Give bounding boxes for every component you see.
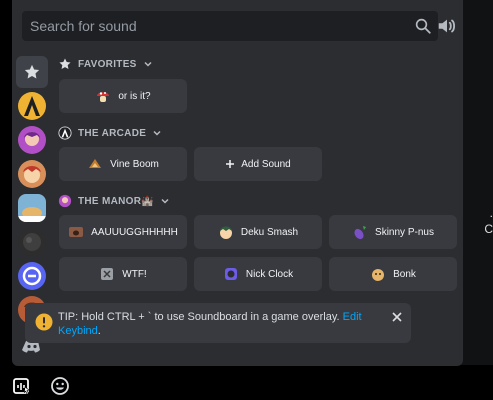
- sound-button-wtf[interactable]: WTF!: [59, 257, 187, 291]
- search-icon[interactable]: [414, 17, 432, 35]
- star-icon: [24, 64, 40, 79]
- mushroom-emoji-icon: [97, 92, 110, 102]
- wtf-emoji-icon: [101, 268, 114, 280]
- plus-icon: [226, 160, 235, 168]
- add-sound-label: Add Sound: [241, 158, 291, 170]
- category-title: FAVORITES: [78, 58, 137, 70]
- sound-label: WTF!: [122, 268, 147, 280]
- server-avatar-dark[interactable]: [18, 228, 46, 256]
- sound-label: Skinny P-nus: [375, 226, 434, 238]
- doge-avatar-icon: [18, 207, 46, 222]
- add-sound-button[interactable]: Add Sound: [194, 147, 322, 181]
- soundboard-panel: Search for sound FAVORITES or is it? THE…: [12, 0, 463, 366]
- server-avatar-blue[interactable]: [18, 262, 46, 290]
- tip-message: TIP: Hold CTRL + ` to use Soundboard in …: [58, 311, 343, 323]
- sound-button-bonk[interactable]: Bonk: [329, 257, 457, 291]
- chevron-down-icon: [144, 61, 152, 67]
- emoji-icon[interactable]: [50, 376, 70, 396]
- dark-avatar-icon: [23, 233, 41, 251]
- star-icon: [59, 58, 71, 70]
- sound-button-or-is-it[interactable]: or is it?: [59, 79, 187, 113]
- arcade-logo-icon: [24, 96, 40, 116]
- category-title: THE MANOR🏰: [78, 195, 155, 207]
- blue-server-logo-icon: [22, 266, 42, 286]
- tip-period: .: [97, 325, 101, 337]
- sound-label: Nick Clock: [245, 268, 294, 280]
- category-header-favorites[interactable]: FAVORITES: [58, 55, 153, 73]
- vine-boom-emoji-icon: [89, 159, 102, 168]
- manor-server-icon: [58, 194, 72, 208]
- server-avatar-character[interactable]: [18, 160, 46, 188]
- deku-emoji-icon: [219, 226, 232, 239]
- sound-button-deku-smash[interactable]: Deku Smash: [194, 215, 322, 249]
- server-avatar-anime[interactable]: [18, 126, 46, 154]
- sound-button-skinny-p-nus[interactable]: Skinny P-nus: [329, 215, 457, 249]
- arcade-server-icon[interactable]: [18, 92, 46, 120]
- eggplant-emoji-icon: [354, 226, 367, 240]
- category-header-manor[interactable]: THE MANOR🏰: [58, 192, 170, 210]
- screaming-face-emoji-icon: [69, 227, 84, 237]
- sound-button-nick-clock[interactable]: Nick Clock: [194, 257, 322, 291]
- server-avatar-doge[interactable]: [18, 194, 46, 222]
- sound-button-vine-boom[interactable]: Vine Boom: [59, 147, 187, 181]
- arcade-logo-icon: [58, 126, 72, 140]
- volume-icon[interactable]: [436, 15, 458, 37]
- close-icon[interactable]: [391, 311, 403, 323]
- chevron-down-icon: [161, 198, 169, 204]
- sound-label: Vine Boom: [110, 158, 159, 170]
- sound-label: Bonk: [393, 268, 416, 280]
- background-text-fragment: .: [489, 206, 493, 220]
- search-placeholder: Search for sound: [30, 18, 137, 34]
- background-text-fragment: C: [484, 222, 493, 236]
- clock-emoji-icon: [224, 268, 237, 280]
- bonk-dog-emoji-icon: [372, 269, 385, 281]
- sound-label: or is it?: [118, 90, 151, 102]
- tip-text: TIP: Hold CTRL + ` to use Soundboard in …: [58, 310, 378, 338]
- category-title: THE ARCADE: [78, 127, 147, 139]
- chevron-down-icon: [153, 130, 161, 136]
- character-avatar-icon: [23, 166, 41, 183]
- sound-button-aauuugghhhhh[interactable]: AAUUUGGHHHHH: [59, 215, 187, 249]
- warning-icon: [35, 313, 53, 331]
- category-header-arcade[interactable]: THE ARCADE: [58, 124, 162, 142]
- sound-label: Deku Smash: [240, 226, 299, 238]
- keybind-tip-banner: TIP: Hold CTRL + ` to use Soundboard in …: [25, 303, 411, 343]
- sound-search-bar[interactable]: Search for sound: [22, 11, 438, 41]
- soundboard-icon[interactable]: [12, 376, 32, 396]
- anime-avatar-icon: [24, 132, 40, 146]
- sound-label: AAUUUGGHHHHH: [91, 226, 178, 238]
- favorites-rail-button[interactable]: [16, 56, 48, 88]
